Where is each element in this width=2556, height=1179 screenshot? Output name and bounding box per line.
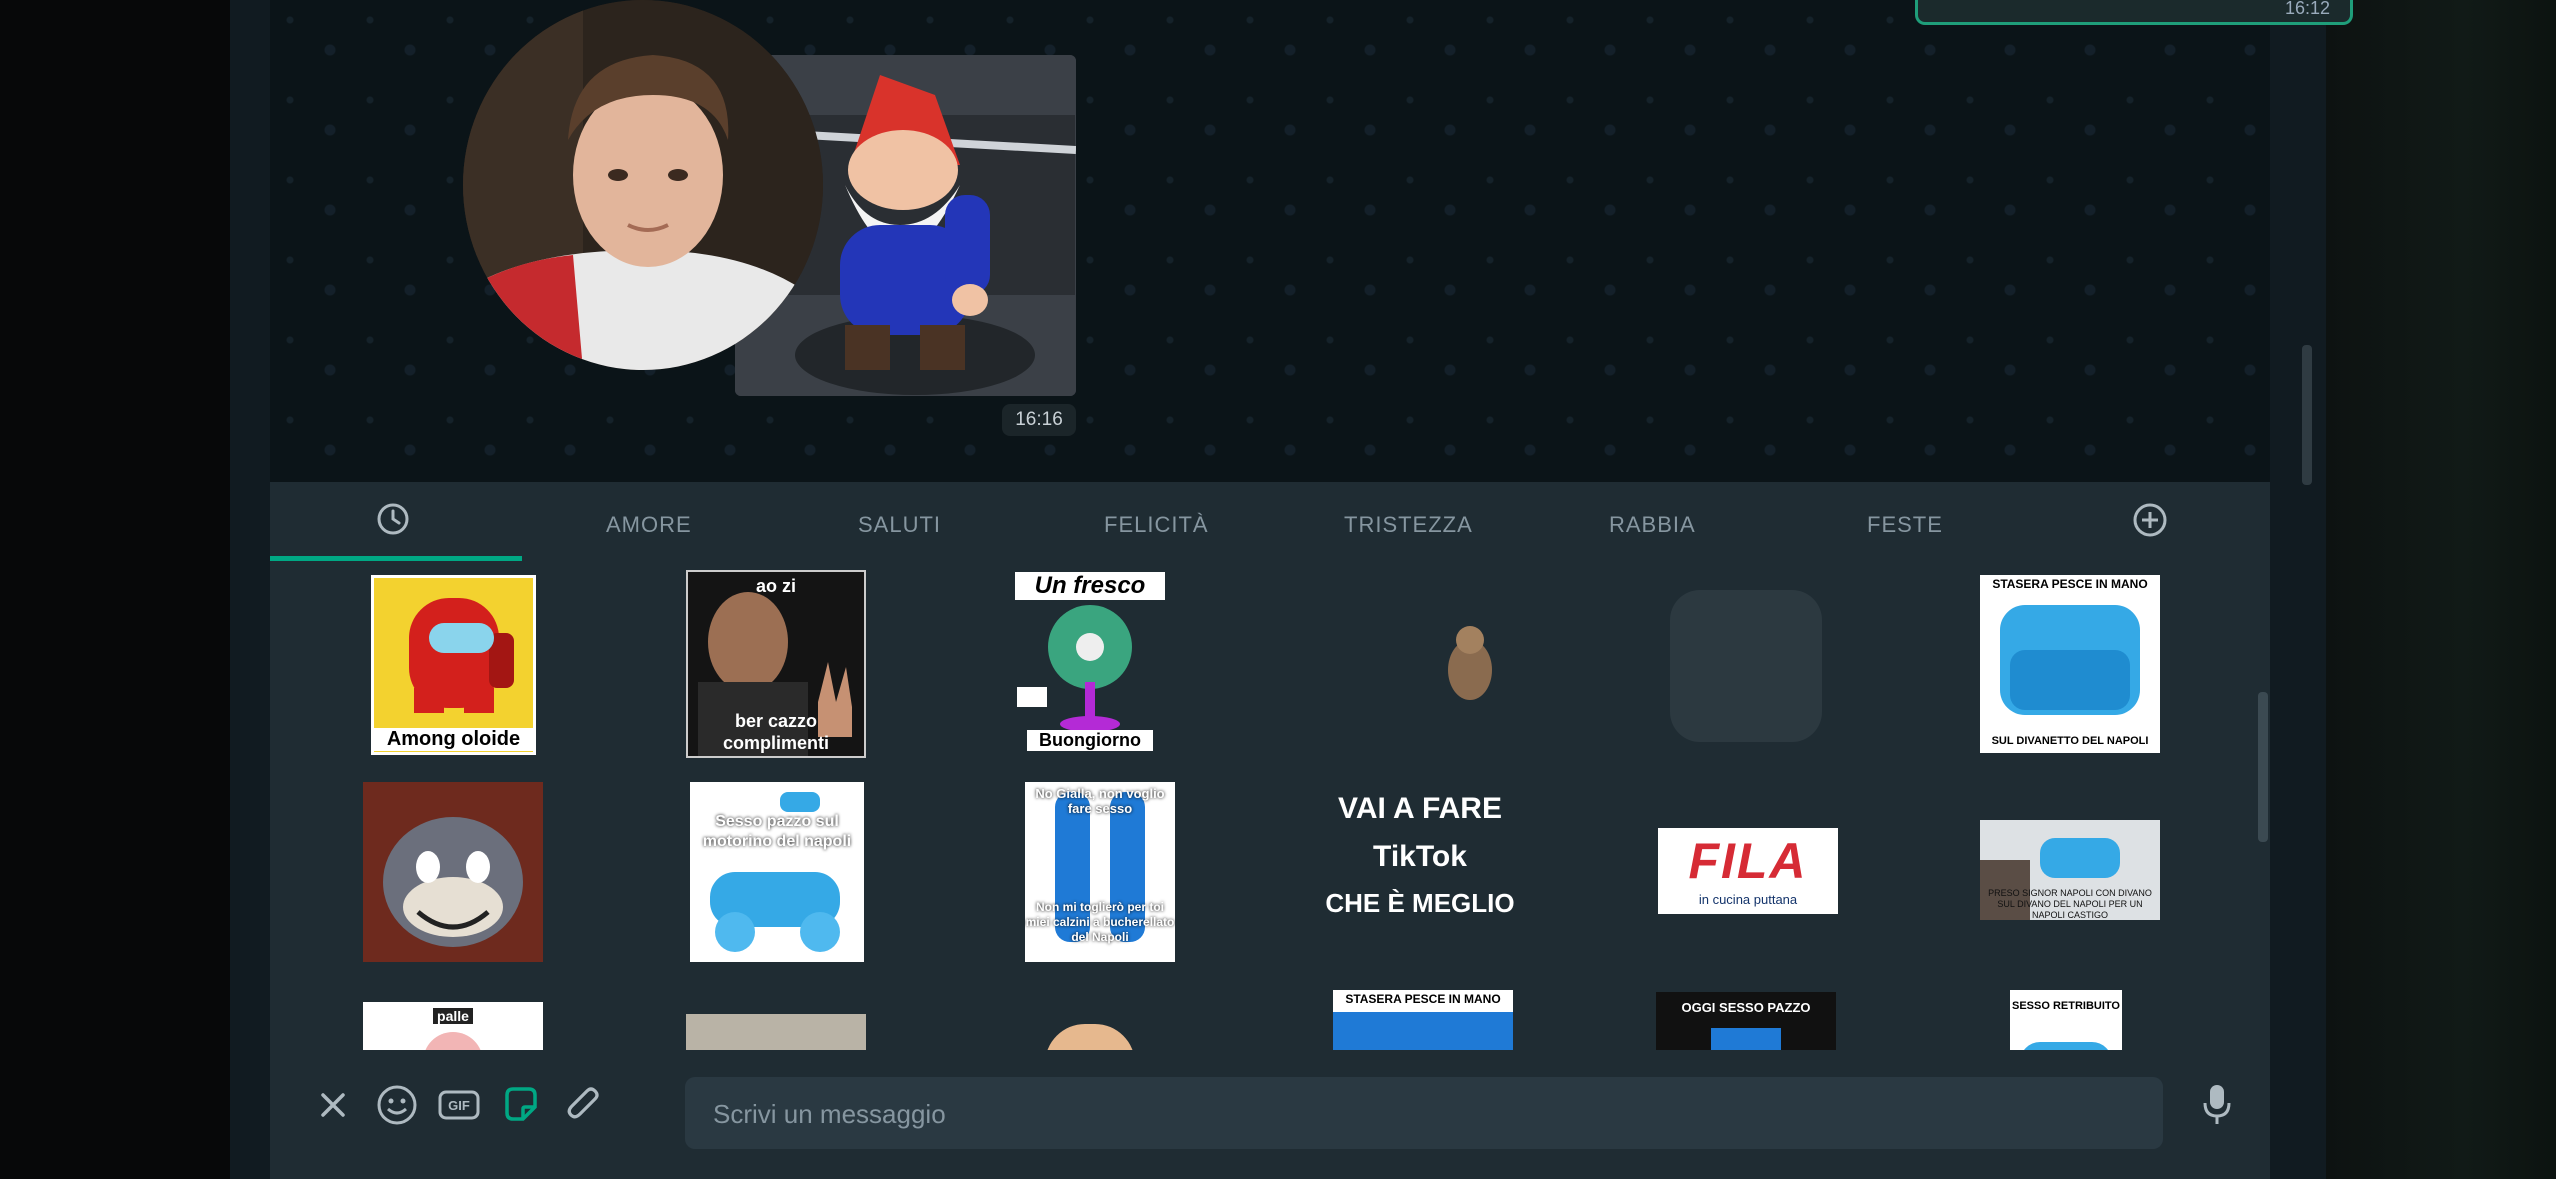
sticker-wide-sofa[interactable]: PRESO SIGNOR NAPOLI CON DIVANO SUL DIVAN… xyxy=(1980,820,2160,920)
sticker-palle[interactable]: palle xyxy=(363,1002,543,1050)
sticker-caption: palle xyxy=(433,1008,473,1024)
sticker-line-3: CHE È MEGLIO xyxy=(1325,888,1515,918)
tab-rabbia[interactable]: RABBIA xyxy=(1609,512,1696,538)
message-time: 16:16 xyxy=(1002,404,1076,436)
sticker-motorino[interactable]: Sesso pazzo sul motorino del napoli xyxy=(690,782,864,962)
sticker-image xyxy=(1333,1012,1513,1050)
motorino-image xyxy=(710,792,840,952)
sticker-image xyxy=(2020,1042,2112,1050)
emoji-icon[interactable] xyxy=(374,1082,420,1128)
active-tab-indicator xyxy=(270,556,522,561)
sticker-row3-3[interactable] xyxy=(1025,1016,1155,1050)
message-input-placeholder: Scrivi un messaggio xyxy=(713,1099,946,1129)
chat-scrollbar[interactable] xyxy=(2302,345,2312,485)
webcam-image xyxy=(463,0,823,370)
sticker-small-animal[interactable] xyxy=(1430,615,1510,715)
sticker-tom-cat[interactable] xyxy=(363,782,543,962)
gif-icon[interactable]: GIF xyxy=(436,1082,482,1128)
sticker-panel: AMORE SALUTI FELICITÀ TRISTEZZA RABBIA F… xyxy=(270,482,2270,1179)
plus-circle-icon[interactable] xyxy=(2132,502,2168,538)
among-us-image xyxy=(409,598,514,713)
sticker-caption-bottom: Buongiorno xyxy=(1027,730,1153,751)
sticker-row3-6[interactable]: SESSO RETRIBUITO xyxy=(2010,990,2122,1050)
sticker-image xyxy=(1045,1024,1135,1050)
clock-icon[interactable] xyxy=(376,502,410,536)
sticker-category-tabs: AMORE SALUTI FELICITÀ TRISTEZZA RABBIA F… xyxy=(270,482,2270,562)
sticker-caption: SESSO RETRIBUITO xyxy=(2010,1000,2122,1012)
sticker-socks[interactable]: No Gialla, non voglio fare sesso Non mi … xyxy=(1025,782,1175,962)
sticker-caption-bottom: Non mi toglierò per toi miei calzini a b… xyxy=(1025,900,1175,944)
sticker-among-us[interactable]: Among oloide xyxy=(371,575,536,755)
attach-icon[interactable] xyxy=(560,1082,606,1128)
sticker-caption: Sesso pazzo sul motorino del napoli xyxy=(702,813,852,850)
message-time: 16:12 xyxy=(2284,0,2330,18)
sticker-caption-top: ao zi xyxy=(755,576,796,596)
sticker-caption: STASERA PESCE IN MANO xyxy=(1345,992,1501,1006)
sticker-tiktok[interactable]: VAI A FARE TikTok CHE È MEGLIO xyxy=(1320,792,1520,952)
previous-media-message[interactable]: 16:12 xyxy=(1915,0,2353,25)
sticker-image xyxy=(1711,1028,1781,1050)
sticker-caption-top: Un fresco xyxy=(1015,572,1165,600)
animal-image xyxy=(1448,626,1492,700)
tab-felicita[interactable]: FELICITÀ xyxy=(1104,512,1209,538)
sticker-caption: in cucina puttana xyxy=(1698,892,1798,907)
sticker-scrollbar[interactable] xyxy=(2258,692,2268,842)
sticker-grid: Among oloide ao zi ber cazzo complimenti… xyxy=(270,570,2270,1050)
streamer-webcam xyxy=(463,0,823,370)
blue-chair-image xyxy=(2000,605,2140,715)
close-icon[interactable] xyxy=(310,1082,356,1128)
sticker-caption: OGGI SESSO PAZZO xyxy=(1681,1000,1811,1015)
sticker-caption-bottom: SUL DIVANETTO DEL NAPOLI xyxy=(1991,735,2149,747)
sticker-caption: Among oloide xyxy=(374,728,533,751)
sticker-placeholder[interactable] xyxy=(1670,590,1822,742)
sticker-caption-bottom: ber cazzo complimenti xyxy=(722,711,829,753)
right-backdrop xyxy=(2326,0,2556,1179)
tom-cat-image xyxy=(383,817,523,947)
message-input[interactable]: Scrivi un messaggio xyxy=(685,1077,2163,1149)
whatsapp-window: 16:12 16:16 AMORE SALUTI FELICITÀ TRISTE… xyxy=(230,0,2353,1179)
sticker-image xyxy=(423,1032,483,1050)
svg-text:GIF: GIF xyxy=(448,1098,470,1113)
sticker-row3-2[interactable] xyxy=(686,1014,866,1050)
tab-amore[interactable]: AMORE xyxy=(606,512,692,538)
tab-saluti[interactable]: SALUTI xyxy=(858,512,941,538)
sticker-fan[interactable]: Un fresco Buongiorno xyxy=(1015,572,1165,757)
tab-tristezza[interactable]: TRISTEZZA xyxy=(1344,512,1473,538)
sticker-fila[interactable]: FILA in cucina puttana xyxy=(1658,828,1838,914)
composer-bar: GIF Scrivi un messaggio xyxy=(270,1062,2270,1179)
fila-logo: FILA xyxy=(1688,833,1808,889)
sticker-blue-chair[interactable]: STASERA PESCE IN MANO SUL DIVANETTO DEL … xyxy=(1980,575,2160,753)
left-backdrop xyxy=(0,0,230,1179)
sticker-row3-5[interactable]: OGGI SESSO PAZZO xyxy=(1656,992,1836,1050)
sticker-caption: PRESO SIGNOR NAPOLI CON DIVANO SUL DIVAN… xyxy=(1988,888,2152,920)
sticker-caption-top: STASERA PESCE IN MANO xyxy=(1992,577,2148,591)
tiktok-logo: TikTok xyxy=(1373,840,1467,873)
mic-icon[interactable] xyxy=(2194,1082,2240,1128)
sticker-line-1: VAI A FARE xyxy=(1338,792,1502,825)
sticker-caption-top: No Gialla, non voglio fare sesso xyxy=(1035,786,1165,816)
sticker-row3-4[interactable]: STASERA PESCE IN MANO xyxy=(1333,990,1513,1050)
tab-feste[interactable]: FESTE xyxy=(1867,512,1943,538)
sticker-icon[interactable] xyxy=(498,1082,544,1128)
sticker-vin-diesel[interactable]: ao zi ber cazzo complimenti xyxy=(686,570,866,758)
